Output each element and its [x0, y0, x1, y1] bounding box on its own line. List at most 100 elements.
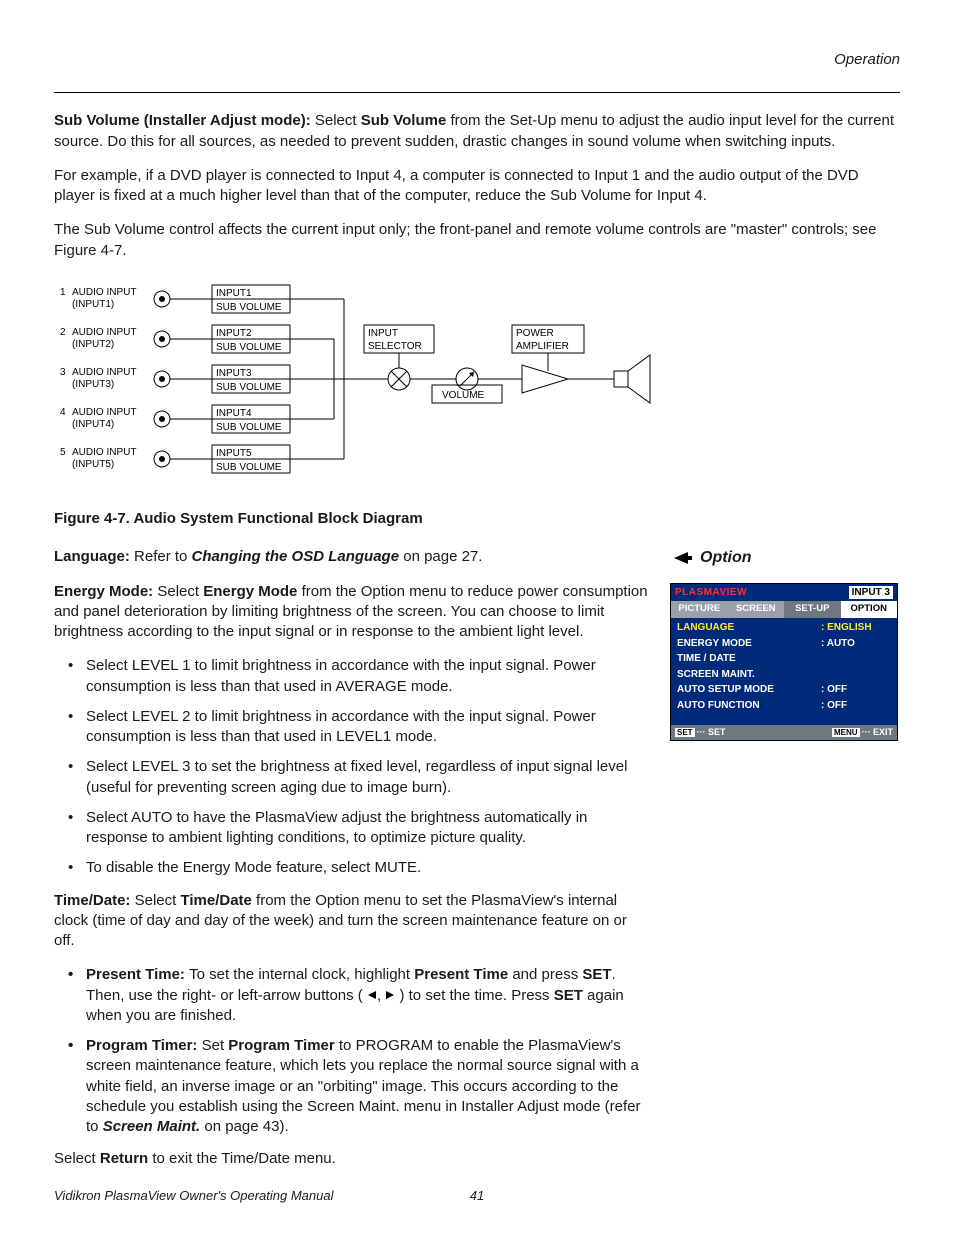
t: Select [315, 112, 361, 129]
diag-input-num: 1 [60, 287, 66, 298]
diag-box-bot: SUB VOLUME [216, 462, 282, 473]
para-return: Select Return to exit the Time/Date menu… [54, 1149, 648, 1169]
t: on page 27. [399, 548, 482, 565]
diag-input-sub: (INPUT3) [72, 379, 114, 390]
osd-tab-screen: SCREEN [728, 601, 785, 618]
present-word: Present Time [414, 966, 508, 983]
figure-caption: Figure 4-7. Audio System Functional Bloc… [54, 509, 900, 529]
diag-input-sub: (INPUT5) [72, 459, 114, 470]
set-word: SET [554, 987, 583, 1004]
t: and press [508, 966, 582, 983]
t: Select [135, 892, 181, 909]
page-footer: Vidikron PlasmaView Owner's Operating Ma… [54, 1187, 900, 1205]
osd-foot-menu-btn: MENU [832, 728, 860, 737]
osd-brand: PLASMAVIEW [675, 586, 747, 600]
t: To set the internal clock, highlight [189, 966, 414, 983]
energy-word: Energy Mode [203, 583, 297, 600]
diag-amp-2: AMPLIFIER [516, 341, 569, 352]
language-link: Changing the OSD Language [192, 548, 400, 565]
diag-box-bot: SUB VOLUME [216, 422, 282, 433]
t: on page 43). [200, 1118, 288, 1135]
osd-tabs: PICTURE SCREEN SET-UP OPTION [671, 601, 897, 618]
arrow-left-icon [674, 552, 692, 564]
diag-input-label: AUDIO INPUT [72, 367, 136, 378]
diag-selector-2: SELECTOR [368, 341, 422, 352]
osd-footer: SET··· SET MENU··· EXIT [671, 725, 897, 740]
diag-selector-1: INPUT [368, 328, 398, 339]
t: Set [202, 1037, 229, 1054]
energy-lead: Energy Mode: [54, 583, 157, 600]
timedate-word: Time/Date [180, 892, 251, 909]
para-timedate: Time/Date: Select Time/Date from the Opt… [54, 891, 648, 952]
osd-row-screenmaint: SCREEN MAINT. [677, 667, 891, 683]
osd-v: : AUTO [821, 637, 891, 651]
para-master: The Sub Volume control affects the curre… [54, 220, 900, 261]
osd-menu: PLASMAVIEW INPUT 3 PICTURE SCREEN SET-UP… [670, 583, 898, 741]
osd-tab-option: OPTION [841, 601, 898, 618]
para-example: For example, if a DVD player is connecte… [54, 166, 900, 207]
osd-k: AUTO FUNCTION [677, 699, 760, 713]
diag-input-num: 3 [60, 367, 66, 378]
footer-title: Vidikron PlasmaView Owner's Operating Ma… [54, 1187, 333, 1205]
set-word: SET [582, 966, 611, 983]
diag-box-bot: SUB VOLUME [216, 302, 282, 313]
bullet: Select LEVEL 2 to limit brightness in ac… [58, 707, 648, 748]
diag-input-num: 2 [60, 327, 66, 338]
t: Select [54, 1150, 100, 1167]
subvolume-lead: Sub Volume (Installer Adjust mode): [54, 112, 315, 129]
diag-box-top: INPUT3 [216, 368, 252, 379]
diag-box-top: INPUT4 [216, 408, 252, 419]
section-header: Operation [54, 50, 900, 70]
program-lead: Program Timer: [86, 1037, 202, 1054]
arrow-right-icon [385, 990, 395, 1000]
diag-box-bot: SUB VOLUME [216, 382, 282, 393]
bullet-program-timer: Program Timer: Set Program Timer to PROG… [58, 1036, 648, 1137]
screen-maint-link: Screen Maint. [103, 1118, 201, 1135]
osd-row-autosetup: AUTO SETUP MODE : OFF [677, 682, 891, 698]
timedate-bullets: Present Time: To set the internal clock,… [54, 965, 648, 1137]
arrow-left-icon [367, 990, 377, 1000]
bullet: Select AUTO to have the PlasmaView adjus… [58, 808, 648, 849]
osd-k: ENERGY MODE [677, 637, 752, 651]
program-word: Program Timer [228, 1037, 334, 1054]
timedate-lead: Time/Date: [54, 892, 135, 909]
diag-box-top: INPUT5 [216, 448, 252, 459]
block-diagram: 1 AUDIO INPUT (INPUT1) INPUT1 SUB VOLUME… [54, 275, 900, 491]
osd-v [821, 668, 891, 682]
bullet: Select LEVEL 3 to set the brightness at … [58, 757, 648, 798]
osd-k: TIME / DATE [677, 652, 736, 666]
osd-k: AUTO SETUP MODE [677, 683, 774, 697]
osd-v: : ENGLISH [821, 621, 891, 635]
para-language: Language: Refer to Changing the OSD Lang… [54, 547, 648, 567]
diag-input-num: 5 [60, 447, 66, 458]
diag-input-label: AUDIO INPUT [72, 447, 136, 458]
osd-k: SCREEN MAINT. [677, 668, 755, 682]
para-energy: Energy Mode: Select Energy Mode from the… [54, 582, 648, 643]
bullet: To disable the Energy Mode feature, sele… [58, 858, 648, 878]
osd-row-autofunction: AUTO FUNCTION: OFF [677, 698, 891, 714]
t: to exit the Time/Date menu. [148, 1150, 336, 1167]
bullet-present-time: Present Time: To set the internal clock,… [58, 965, 648, 1026]
diag-amp-1: POWER [516, 328, 554, 339]
language-lead: Language: [54, 548, 134, 565]
osd-v: : OFF [821, 683, 891, 697]
diag-volume: VOLUME [442, 390, 485, 401]
bullet: Select LEVEL 1 to limit brightness in ac… [58, 656, 648, 697]
subvolume-word: Sub Volume [361, 112, 447, 129]
osd-v [821, 652, 891, 666]
diag-input-label: AUDIO INPUT [72, 407, 136, 418]
diag-box-bot: SUB VOLUME [216, 342, 282, 353]
present-lead: Present Time: [86, 966, 189, 983]
rule [54, 92, 900, 93]
osd-input-badge: INPUT 3 [849, 586, 893, 600]
side-heading-text: Option [700, 547, 752, 569]
side-heading: Option [674, 547, 900, 569]
diag-input-num: 4 [60, 407, 66, 418]
diag-input-sub: (INPUT4) [72, 419, 114, 430]
t: Refer to [134, 548, 192, 565]
diag-box-top: INPUT1 [216, 288, 252, 299]
osd-foot-exit: ··· EXIT [862, 727, 894, 737]
osd-foot-set: ··· SET [697, 727, 726, 737]
return-word: Return [100, 1150, 148, 1167]
osd-row-language: LANGUAGE: ENGLISH [677, 620, 891, 636]
